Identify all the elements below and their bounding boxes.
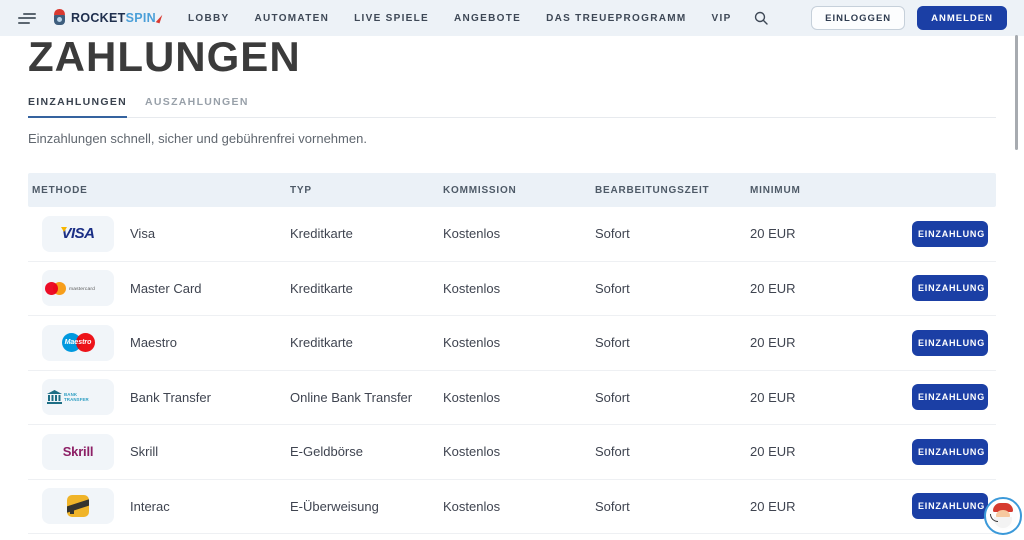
table-row-maestro: Maestro Maestro Kreditkarte Kostenlos So… [28,316,996,371]
rocketspin-logo[interactable]: ROCKET SPIN [52,9,161,27]
type-cell: E-Überweisung [290,499,443,514]
nav-item-live-spiele[interactable]: LIVE SPIELE [354,13,429,24]
visa-yellow-tick-icon [61,227,67,232]
brand-text-blue: SPIN [126,11,156,25]
einzahlung-button[interactable]: EINZAHLUNG [912,275,988,301]
top-navbar: ROCKET SPIN LOBBY AUTOMATEN LIVE SPIELE … [0,0,1024,36]
skrill-logo: Skrill [42,434,114,470]
vertical-scrollbar[interactable] [1015,35,1018,150]
col-methode: METHODE [28,185,290,196]
type-cell: Kreditkarte [290,226,443,241]
nav-item-automaten[interactable]: AUTOMATEN [254,13,329,24]
minimum-cell: 20 EUR [750,444,870,459]
type-cell: E-Geldbörse [290,444,443,459]
bank-building-icon [47,390,62,404]
visa-logo: VISA [42,216,114,252]
method-name: Master Card [130,281,202,296]
tab-auszahlungen[interactable]: AUSZAHLUNGEN [145,96,249,117]
method-name: Bank Transfer [130,390,211,405]
interac-logo [42,488,114,524]
einzahlung-button[interactable]: EINZAHLUNG [912,384,988,410]
einzahlung-button[interactable]: EINZAHLUNG [912,493,988,519]
einzahlung-button[interactable]: EINZAHLUNG [912,330,988,356]
payment-methods-table: METHODE TYP KOMMISSION BEARBEITUNGSZEIT … [28,173,996,534]
commission-cell: Kostenlos [443,444,595,459]
method-name: Visa [130,226,155,241]
table-row-visa: VISA Visa Kreditkarte Kostenlos Sofort 2… [28,207,996,262]
method-name: Skrill [130,444,158,459]
einzahlung-button[interactable]: EINZAHLUNG [912,221,988,247]
page-subtitle: Einzahlungen schnell, sicher und gebühre… [28,131,996,146]
nav-item-treueprogramm[interactable]: DAS TREUEPROGRAMM [546,13,686,24]
signup-button[interactable]: ANMELDEN [917,6,1007,30]
bank-transfer-logo: BANK TRANSFER [42,379,114,415]
commission-cell: Kostenlos [443,499,595,514]
type-cell: Online Bank Transfer [290,390,443,405]
payments-page: ZAHLUNGEN EINZAHLUNGEN AUSZAHLUNGEN Einz… [0,36,1024,534]
commission-cell: Kostenlos [443,390,595,405]
col-bearbeitungszeit: BEARBEITUNGSZEIT [595,185,750,196]
processing-cell: Sofort [595,499,750,514]
method-name: Interac [130,499,170,514]
type-cell: Kreditkarte [290,281,443,296]
col-kommission: KOMMISSION [443,185,595,196]
maestro-logo: Maestro [42,325,114,361]
processing-cell: Sofort [595,390,750,405]
nav-item-lobby[interactable]: LOBBY [188,13,230,24]
commission-cell: Kostenlos [443,226,595,241]
einzahlung-button[interactable]: EINZAHLUNG [912,439,988,465]
minimum-cell: 20 EUR [750,281,870,296]
table-row-interac: Interac E-Überweisung Kostenlos Sofort 2… [28,480,996,535]
mastercard-circles-icon [45,282,66,295]
table-row-mastercard: mastercard Master Card Kreditkarte Koste… [28,262,996,317]
commission-cell: Kostenlos [443,281,595,296]
support-chat-icon[interactable] [984,497,1022,535]
login-button[interactable]: EINLOGGEN [811,6,905,30]
main-nav: LOBBY AUTOMATEN LIVE SPIELE ANGEBOTE DAS… [188,13,732,24]
processing-cell: Sofort [595,281,750,296]
payments-tabs: EINZAHLUNGEN AUSZAHLUNGEN [28,96,996,118]
col-minimum: MINIMUM [750,185,870,196]
minimum-cell: 20 EUR [750,226,870,241]
commission-cell: Kostenlos [443,335,595,350]
processing-cell: Sofort [595,226,750,241]
table-header: METHODE TYP KOMMISSION BEARBEITUNGSZEIT … [28,173,996,207]
nav-item-angebote[interactable]: ANGEBOTE [454,13,521,24]
minimum-cell: 20 EUR [750,390,870,405]
col-typ: TYP [290,185,443,196]
minimum-cell: 20 EUR [750,499,870,514]
brand-accent-icon [156,13,163,23]
method-name: Maestro [130,335,177,350]
type-cell: Kreditkarte [290,335,443,350]
rocket-icon [52,9,67,27]
hamburger-menu-icon[interactable] [18,13,38,24]
table-row-skrill: Skrill Skrill E-Geldbörse Kostenlos Sofo… [28,425,996,480]
mastercard-logo: mastercard [42,270,114,306]
minimum-cell: 20 EUR [750,335,870,350]
search-icon[interactable] [754,11,768,25]
tab-einzahlungen[interactable]: EINZAHLUNGEN [28,96,127,118]
processing-cell: Sofort [595,335,750,350]
brand-text-dark: ROCKET [71,11,126,25]
processing-cell: Sofort [595,444,750,459]
maestro-circles-icon: Maestro [62,333,95,352]
page-title: ZAHLUNGEN [28,36,996,77]
interac-badge-icon [67,495,89,517]
table-row-bank-transfer: BANK TRANSFER Bank Transfer Online Bank … [28,371,996,426]
auth-buttons: EINLOGGEN ANMELDEN [811,6,1007,30]
nav-item-vip[interactable]: VIP [712,13,732,24]
